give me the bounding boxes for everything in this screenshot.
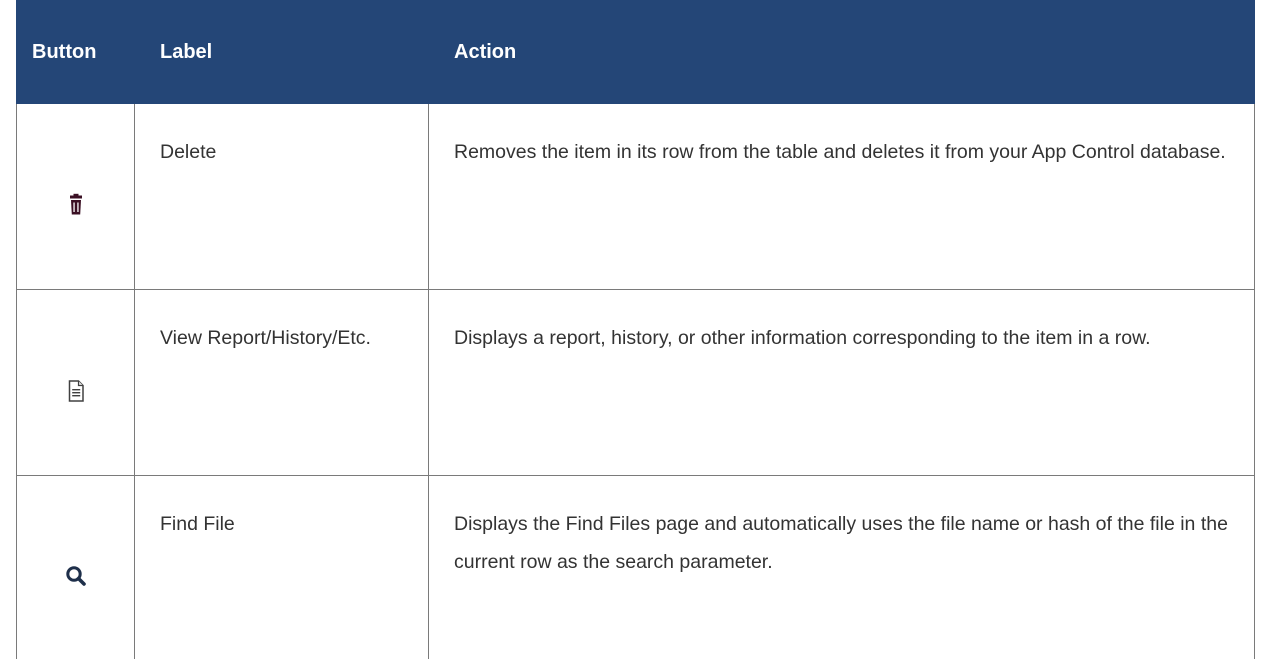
- row-label: Find File: [135, 476, 429, 659]
- table-row: Delete Removes the item in its row from …: [16, 104, 1255, 290]
- table-header: Button Label Action: [16, 0, 1255, 104]
- header-action: Action: [454, 40, 517, 63]
- button-cell: [16, 104, 135, 289]
- button-reference-table: Button Label Action Delete Removes the i…: [16, 0, 1255, 659]
- row-action: Removes the item in its row from the tab…: [429, 104, 1255, 289]
- table-row: Find File Displays the Find Files page a…: [16, 476, 1255, 659]
- button-cell: [16, 476, 135, 659]
- row-label: Delete: [135, 104, 429, 289]
- document-icon: [68, 379, 84, 402]
- button-cell: [16, 290, 135, 475]
- header-button: Button: [32, 40, 97, 63]
- table-row: View Report/History/Etc. Displays a repo…: [16, 290, 1255, 476]
- search-icon: [65, 565, 86, 586]
- row-action: Displays the Find Files page and automat…: [429, 476, 1255, 659]
- trash-icon: [69, 193, 82, 214]
- header-label: Label: [160, 40, 213, 63]
- row-label: View Report/History/Etc.: [135, 290, 429, 475]
- row-action: Displays a report, history, or other inf…: [429, 290, 1255, 475]
